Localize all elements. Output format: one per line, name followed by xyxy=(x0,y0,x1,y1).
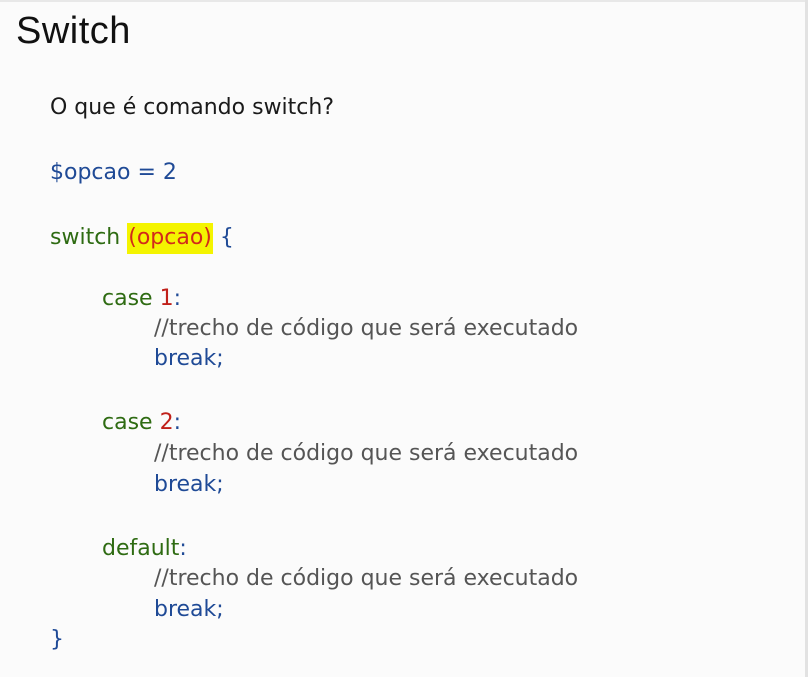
default-comment: //trecho de código que será executado xyxy=(154,566,579,591)
assignment-line: $opcao = 2 xyxy=(50,160,177,185)
close-brace: } xyxy=(50,627,64,652)
switch-expression-highlight: (opcao) xyxy=(127,223,213,254)
slide-top-edge xyxy=(0,0,808,2)
switch-line: switch (opcao) { xyxy=(50,223,234,254)
slide-title: Switch xyxy=(16,10,131,52)
case-2-comment: //trecho de código que será executado xyxy=(154,441,579,466)
open-brace: { xyxy=(219,225,234,250)
case-1-comment: //trecho de código que será executado xyxy=(154,316,579,341)
default-line: default: xyxy=(102,535,187,563)
switch-keyword: switch xyxy=(50,225,121,250)
case-colon: : xyxy=(173,286,181,311)
case-1-line: case 1: xyxy=(102,285,181,313)
slide: Switch O que é comando switch? $opcao = … xyxy=(0,0,808,677)
case-1-break: break; xyxy=(154,346,224,371)
case-keyword: case xyxy=(102,286,153,311)
case-colon: : xyxy=(173,410,181,435)
case-value: 1 xyxy=(159,286,174,311)
default-colon: : xyxy=(179,536,187,561)
case-2-line: case 2: xyxy=(102,409,181,437)
case-keyword: case xyxy=(102,410,153,435)
case-2-break: break; xyxy=(154,472,224,497)
default-break: break; xyxy=(154,597,224,622)
case-value: 2 xyxy=(159,410,174,435)
question-text: O que é comando switch? xyxy=(50,95,335,120)
default-keyword: default xyxy=(102,536,180,561)
